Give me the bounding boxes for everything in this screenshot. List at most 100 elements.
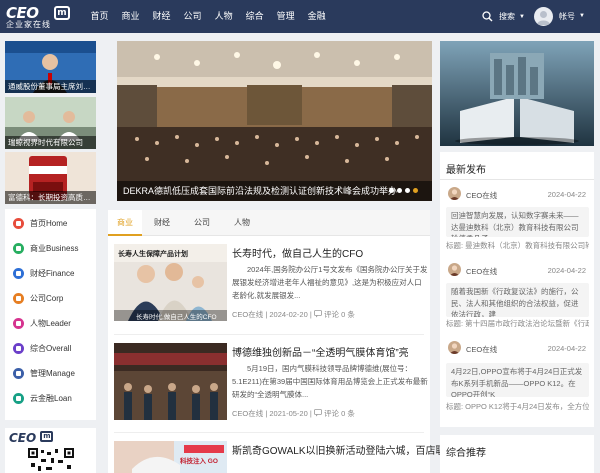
- feature-thumb[interactable]: 瑞鲸视界时代有限公司: [5, 97, 96, 149]
- category-tabs: 商业 财经 公司 人物: [108, 210, 430, 236]
- leader-icon: [13, 317, 24, 329]
- divider: [114, 432, 424, 433]
- site-logo[interactable]: CEO m 企业家在线: [6, 4, 70, 29]
- qr-logo: CEO m: [9, 431, 75, 445]
- app-qr-card: CEO m: [5, 428, 96, 473]
- thumb-caption: 瑞鲸视界时代有限公司: [5, 136, 96, 149]
- logo-badge: m: [54, 6, 70, 20]
- search-dropdown[interactable]: 搜索 ▼: [482, 9, 525, 24]
- latest-news-card: 最新发布 CEO在线 2024-04-22 回迪智慧向发展，认知数字赛未来——达…: [440, 152, 594, 427]
- hero-caption: DEKRA德凯低压成套国际前沿法规及检测认证创新技术峰会成功举办: [117, 181, 432, 201]
- nav-item-manage[interactable]: 管理: [270, 0, 301, 33]
- category-label: 人物Leader: [30, 318, 71, 328]
- nav-item-business[interactable]: 商业: [115, 0, 146, 33]
- category-label: 云金融Loan: [30, 393, 72, 403]
- feature-thumb[interactable]: 富德科：长期投资高质量稳定本金...: [5, 152, 96, 204]
- logo-text: CEO: [9, 431, 37, 445]
- category-item-business[interactable]: 商业Business: [13, 241, 78, 255]
- slider-dot[interactable]: [397, 188, 402, 193]
- category-label: 综合Overall: [30, 343, 72, 353]
- category-label: 首页Home: [30, 218, 68, 228]
- corp-icon: [13, 292, 24, 304]
- article-title[interactable]: 斯凯奇GOWALK以旧换新活动登陆六城，百店联: [232, 442, 446, 457]
- divider: [440, 179, 594, 180]
- category-label: 商业Business: [30, 243, 79, 253]
- comment-icon: [313, 310, 322, 318]
- feature-thumb[interactable]: 通威股份董事局主席刘汉元：推动: [5, 41, 96, 93]
- slider-dot[interactable]: [389, 188, 394, 193]
- article-image-caption: 科技注入 GO: [180, 458, 218, 465]
- nav-item-overall[interactable]: 综合: [239, 0, 270, 33]
- slider-dot[interactable]: [405, 188, 410, 193]
- nav-item-company[interactable]: 公司: [177, 0, 208, 33]
- recommend-card: 综合推荐: [440, 435, 594, 473]
- hero-slider[interactable]: DEKRA德凯低压成套国际前沿法规及检测认证创新技术峰会成功举办: [117, 41, 432, 201]
- feed-author[interactable]: CEO在线: [466, 344, 497, 355]
- category-item-leader[interactable]: 人物Leader: [13, 316, 71, 330]
- article-title[interactable]: 博德维独创新品－“全透明气膜体育馆”亮: [232, 344, 409, 359]
- article-list-card: 商业 财经 公司 人物 长寿人生保障产品计划 长寿时代,做自己人生的CFO 长寿…: [108, 210, 446, 473]
- tab-business[interactable]: 商业: [108, 210, 142, 236]
- feed-tag[interactable]: 标题: OPPO K12将于4月24日发布，全方位提升: [446, 401, 589, 412]
- loan-icon: [13, 392, 24, 404]
- article-thumbnail[interactable]: 科技注入 GO: [114, 441, 227, 473]
- thumb-caption: 富德科：长期投资高质量稳定本金...: [5, 191, 96, 204]
- tab-people[interactable]: 人物: [222, 210, 262, 236]
- article-thumbnail[interactable]: 长寿人生保障产品计划 长寿时代,做自己人生的CFO: [114, 244, 227, 321]
- divider: [114, 334, 424, 335]
- overall-icon: [13, 342, 24, 354]
- finance-icon: [13, 267, 24, 279]
- nav-item-loan[interactable]: 金融: [301, 0, 332, 33]
- account-menu[interactable]: 帐号 ▼: [534, 6, 585, 26]
- category-label: 管理Manage: [30, 368, 75, 378]
- tab-finance[interactable]: 财经: [142, 210, 182, 236]
- category-item-overall[interactable]: 综合Overall: [13, 341, 71, 355]
- article-thumbnail[interactable]: [114, 343, 227, 420]
- article-comments: 评论 0 条: [323, 310, 355, 319]
- feed-author[interactable]: CEO在线: [466, 266, 497, 277]
- author-avatar: [448, 341, 461, 354]
- tab-company[interactable]: 公司: [182, 210, 222, 236]
- category-item-corp[interactable]: 公司Corp: [13, 291, 63, 305]
- article-comments: 评论 0 条: [323, 409, 355, 418]
- article-date: 2021-05-20: [269, 409, 308, 418]
- feed-author[interactable]: CEO在线: [466, 190, 497, 201]
- category-menu: 首页Home 商业Business 财经Finance 公司Corp 人物Lea…: [5, 209, 96, 420]
- logo-badge: m: [40, 431, 54, 442]
- section-heading: 综合推荐: [446, 448, 486, 459]
- slider-pagination: [386, 188, 418, 193]
- article-author: CEO在线: [232, 409, 264, 418]
- feed-text[interactable]: 回迪智慧向发展，认知数字赛未来——达曼迪数科（北京）教育科技有限公司轮值孟凡子: [446, 207, 589, 237]
- qr-code-icon: [27, 447, 75, 473]
- slider-dot[interactable]: [413, 188, 418, 193]
- feed-text[interactable]: 随着我国新《行政复议法》的施行，公民、法人和其他组织的合法权益，促进依法行政，建: [446, 283, 589, 317]
- nav-item-people[interactable]: 人物: [208, 0, 239, 33]
- feed-tag[interactable]: 标题: 第十四届市政行政法治论坛暨新《行政复议: [446, 318, 589, 329]
- article-meta: CEO在线 | 2024-02-20 | 评论 0 条: [232, 310, 355, 319]
- search-label: 搜索: [499, 12, 515, 21]
- chevron-down-icon: ▼: [579, 13, 585, 19]
- article-image-caption: 长寿时代,做自己人生的CFO: [136, 314, 217, 321]
- feed-date: 2024-04-22: [547, 190, 586, 199]
- promo-image: [440, 41, 594, 146]
- business-icon: [13, 242, 24, 254]
- nav-item-home[interactable]: 首页: [84, 0, 115, 33]
- search-icon: [482, 11, 493, 22]
- promo-banner[interactable]: [440, 41, 594, 146]
- category-item-finance[interactable]: 财经Finance: [13, 266, 74, 280]
- main-nav: 首页 商业 财经 公司 人物 综合 管理 金融: [84, 0, 332, 33]
- category-label: 财经Finance: [30, 268, 75, 278]
- feed-text[interactable]: 4月22日,OPPO宣布将于4月24日正式发布K系列手机新品——OPPO K12…: [446, 363, 589, 397]
- article-summary: 2024年,国务院办公厅1号文发布《国务院办公厅关于发展银发经济增进老年人福祉的…: [232, 265, 428, 300]
- comment-icon: [313, 409, 322, 417]
- category-item-home[interactable]: 首页Home: [13, 216, 67, 230]
- category-item-loan[interactable]: 云金融Loan: [13, 391, 72, 405]
- nav-item-finance[interactable]: 财经: [146, 0, 177, 33]
- category-item-manage[interactable]: 管理Manage: [13, 366, 75, 380]
- article-title[interactable]: 长寿时代，做自己人生的CFO: [232, 245, 363, 260]
- article-meta: CEO在线 | 2021-05-20 | 评论 0 条: [232, 409, 355, 418]
- feed-tag[interactable]: 标题: 曼迪数科（北京）教育科技有限公司轮值孟: [446, 240, 589, 251]
- hero-image: [117, 41, 432, 201]
- article-image-title: 长寿人生保障产品计划: [118, 251, 188, 258]
- home-icon: [13, 217, 24, 229]
